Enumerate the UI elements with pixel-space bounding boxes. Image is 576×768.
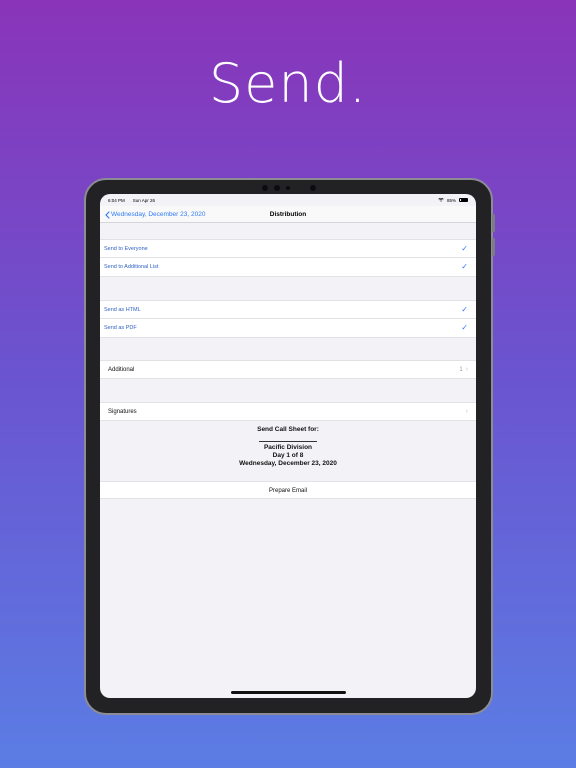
status-indicators: 85% bbox=[438, 198, 468, 203]
chevron-right-icon: › bbox=[465, 366, 468, 373]
signatures-row[interactable]: Signatures › bbox=[100, 402, 476, 421]
send-as-pdf-row[interactable]: Send as PDF ✓ bbox=[100, 319, 476, 338]
call-sheet-summary: Send Call Sheet for: Pacific Division Da… bbox=[100, 426, 476, 468]
send-to-everyone-label: Send to Everyone bbox=[104, 245, 148, 252]
navigation-bar: Wednesday, December 23, 2020 Distributio… bbox=[100, 206, 476, 223]
send-as-html-label: Send as HTML bbox=[104, 306, 141, 313]
prepare-email-button[interactable]: Prepare Email bbox=[100, 481, 476, 499]
additional-row[interactable]: Additional 1 › bbox=[100, 360, 476, 379]
send-as-pdf-label: Send as PDF bbox=[104, 325, 137, 331]
send-as-html-row[interactable]: Send as HTML ✓ bbox=[100, 300, 476, 319]
camera-dot bbox=[309, 185, 316, 191]
status-bar: 6:04 PM Sun Apr 26 85% bbox=[100, 194, 476, 206]
headline: Send. bbox=[208, 52, 368, 115]
back-button-label: Wednesday, December 23, 2020 bbox=[111, 211, 206, 218]
status-date: Sun Apr 26 bbox=[132, 197, 156, 203]
wifi-icon bbox=[438, 198, 444, 202]
chevron-right-icon: › bbox=[465, 408, 468, 415]
checkmark-icon: ✓ bbox=[461, 323, 468, 332]
camera-dot bbox=[261, 185, 268, 191]
signatures-label: Signatures bbox=[108, 408, 137, 415]
summary-day: Day 1 of 8 bbox=[272, 451, 304, 459]
checkmark-icon: ✓ bbox=[461, 262, 468, 271]
additional-label: Additional bbox=[108, 366, 135, 373]
battery-icon bbox=[459, 197, 468, 203]
checkmark-icon: ✓ bbox=[461, 243, 468, 253]
back-button[interactable]: Wednesday, December 23, 2020 bbox=[105, 208, 205, 221]
chevron-left-icon bbox=[105, 210, 110, 219]
summary-date: Wednesday, December 23, 2020 bbox=[239, 459, 337, 467]
summary-division: Pacific Division bbox=[263, 443, 313, 451]
status-time: 6:04 PM bbox=[108, 197, 125, 203]
send-to-additional-list-row[interactable]: Send to Additional List ✓ bbox=[100, 258, 476, 277]
summary-title: Send Call Sheet for: bbox=[257, 426, 319, 433]
additional-count: 1 bbox=[459, 366, 463, 373]
volume-down-button bbox=[492, 238, 495, 256]
volume-up-button bbox=[492, 214, 495, 232]
app-screen: 6:04 PM Sun Apr 26 85% Wednesday, Decemb… bbox=[100, 194, 476, 698]
home-indicator[interactable] bbox=[231, 691, 346, 694]
sensor-dot bbox=[285, 186, 290, 190]
summary-divider bbox=[259, 441, 317, 442]
send-to-everyone-row[interactable]: Send to Everyone ✓ bbox=[100, 239, 476, 258]
battery-percent: 85% bbox=[446, 197, 456, 203]
send-to-additional-list-label: Send to Additional List bbox=[104, 264, 159, 270]
camera-bar bbox=[254, 184, 324, 192]
checkmark-icon: ✓ bbox=[461, 304, 468, 314]
camera-dot bbox=[273, 185, 280, 191]
